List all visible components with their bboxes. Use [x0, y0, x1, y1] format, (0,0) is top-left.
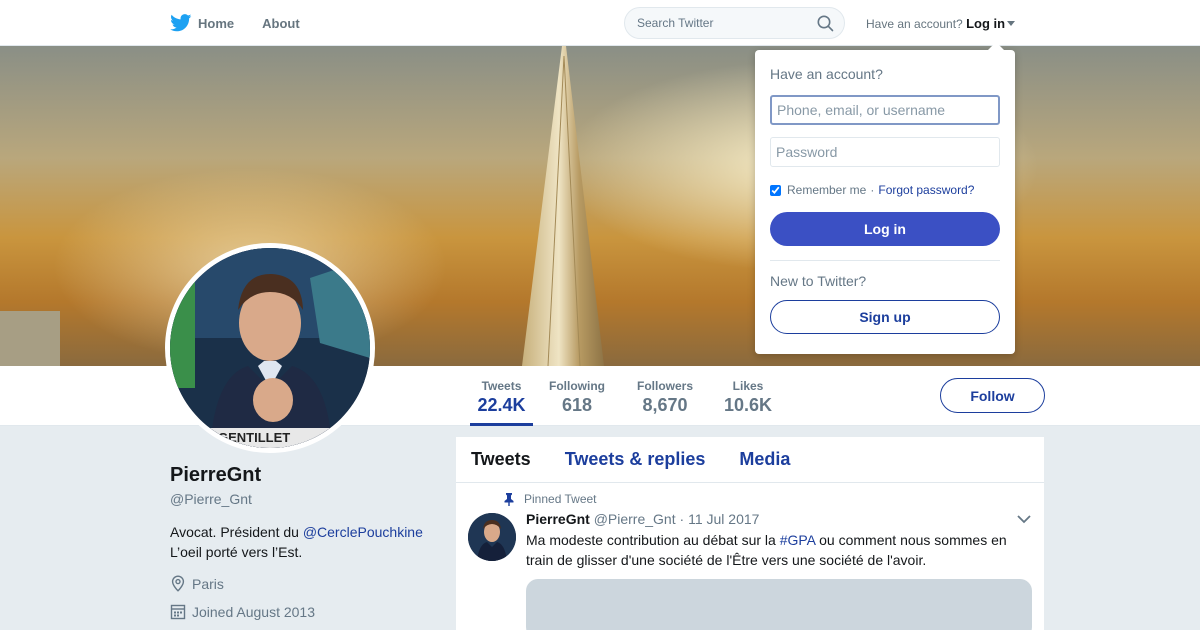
- tweet-date[interactable]: 11 Jul 2017: [688, 511, 759, 527]
- login-button[interactable]: Log in: [770, 212, 1000, 246]
- tweet-handle[interactable]: @Pierre_Gnt: [594, 511, 676, 527]
- signup-button[interactable]: Sign up: [770, 300, 1000, 334]
- username-input[interactable]: [770, 95, 1000, 125]
- tab-tweets-replies[interactable]: Tweets & replies: [565, 449, 706, 470]
- login-dropdown-title: Have an account?: [770, 66, 883, 82]
- pin-icon: [504, 492, 514, 506]
- location-pin-icon: [171, 575, 185, 592]
- stat-following[interactable]: Following 618: [547, 366, 607, 426]
- login-dropdown-trigger[interactable]: Have an account? Log in: [866, 16, 1016, 31]
- tab-tweets[interactable]: Tweets: [471, 449, 531, 470]
- stat-followers[interactable]: Followers 8,670: [634, 366, 696, 426]
- profile-handle[interactable]: @Pierre_Gnt: [170, 491, 252, 507]
- stat-likes[interactable]: Likes 10.6K: [722, 366, 774, 426]
- nav-home-label: Home: [198, 15, 235, 31]
- banner-tower: [522, 46, 604, 366]
- profile-bio: Avocat. Président du @CerclePouchkine L’…: [170, 522, 440, 562]
- pinned-text: Pinned Tweet: [524, 492, 597, 506]
- location-text: Paris: [192, 575, 224, 592]
- nav-about[interactable]: About: [262, 16, 300, 31]
- profile-avatar[interactable]: GENTILLET: [165, 243, 375, 453]
- login-dropdown: Have an account? Remember me · Forgot pa…: [755, 42, 1015, 354]
- chevron-down-icon[interactable]: [1017, 515, 1031, 524]
- tweet-media-card[interactable]: [526, 579, 1032, 630]
- new-to-twitter-label: New to Twitter?: [770, 273, 867, 289]
- tweet-separator: ·: [679, 511, 685, 527]
- avatar-photo: GENTILLET: [170, 248, 370, 448]
- stat-likes-label: Likes: [732, 379, 764, 393]
- caret-down-icon: [1007, 21, 1016, 26]
- top-navigation: Home About Have an account? Log in: [0, 0, 1200, 46]
- nav-about-label: About: [262, 15, 300, 31]
- tab-media[interactable]: Media: [739, 449, 790, 470]
- bio-line-2: L’oeil porté vers l’Est.: [170, 544, 303, 560]
- remember-me-label[interactable]: Remember me: [787, 183, 866, 197]
- stat-following-label: Following: [549, 379, 605, 393]
- tweet-header: PierreGnt @Pierre_Gnt · 11 Jul 2017: [526, 511, 759, 527]
- dropdown-divider: [770, 260, 1000, 261]
- pinned-tweet-label: Pinned Tweet: [504, 492, 597, 506]
- remember-me-checkbox[interactable]: [770, 184, 781, 196]
- twitter-bird-icon: [170, 14, 192, 32]
- login-link[interactable]: Log in: [966, 16, 1005, 31]
- tweet-avatar-photo: [468, 513, 516, 561]
- stat-following-value: 618: [561, 395, 593, 415]
- timeline-tabs: Tweets Tweets & replies Media: [456, 437, 1044, 483]
- stat-tweets[interactable]: Tweets 22.4K: [470, 366, 533, 426]
- stat-followers-value: 8,670: [642, 395, 688, 415]
- account-prompt: Have an account?: [866, 17, 963, 31]
- search-icon[interactable]: [817, 15, 834, 32]
- remember-separator: ·: [870, 183, 875, 197]
- timeline: Tweets Tweets & replies Media Pinned Twe…: [456, 437, 1044, 630]
- banner-building: [0, 311, 60, 366]
- follow-button[interactable]: Follow: [940, 378, 1045, 413]
- tweet-text-part-1: Ma modeste contribution au débat sur la: [526, 532, 780, 548]
- stat-tweets-label: Tweets: [481, 379, 522, 393]
- joined-text: Joined August 2013: [192, 603, 315, 620]
- search-input[interactable]: [625, 8, 805, 38]
- calendar-icon: [170, 604, 186, 620]
- tweet-avatar[interactable]: [468, 513, 516, 561]
- tweet-text: Ma modeste contribution au débat sur la …: [526, 530, 1016, 570]
- password-input[interactable]: [770, 137, 1000, 167]
- profile-joined: Joined August 2013: [170, 603, 315, 620]
- profile-name[interactable]: PierreGnt: [170, 464, 261, 487]
- bio-text: Avocat. Président du: [170, 524, 303, 540]
- remember-row: Remember me · Forgot password?: [770, 183, 974, 197]
- stat-likes-value: 10.6K: [723, 395, 773, 415]
- forgot-password-link[interactable]: Forgot password?: [878, 183, 974, 197]
- stat-tweets-value: 22.4K: [477, 395, 526, 415]
- hashtag-link[interactable]: #GPA: [780, 532, 816, 548]
- tweet-author[interactable]: PierreGnt: [526, 511, 590, 527]
- stat-followers-label: Followers: [636, 379, 693, 393]
- nav-home[interactable]: Home: [170, 14, 234, 32]
- nav-left: Home About: [170, 0, 328, 46]
- avatar-caption: GENTILLET: [218, 430, 290, 445]
- profile-location: Paris: [170, 575, 224, 592]
- search-box: [624, 7, 845, 39]
- bio-mention-link[interactable]: @CerclePouchkine: [303, 524, 423, 540]
